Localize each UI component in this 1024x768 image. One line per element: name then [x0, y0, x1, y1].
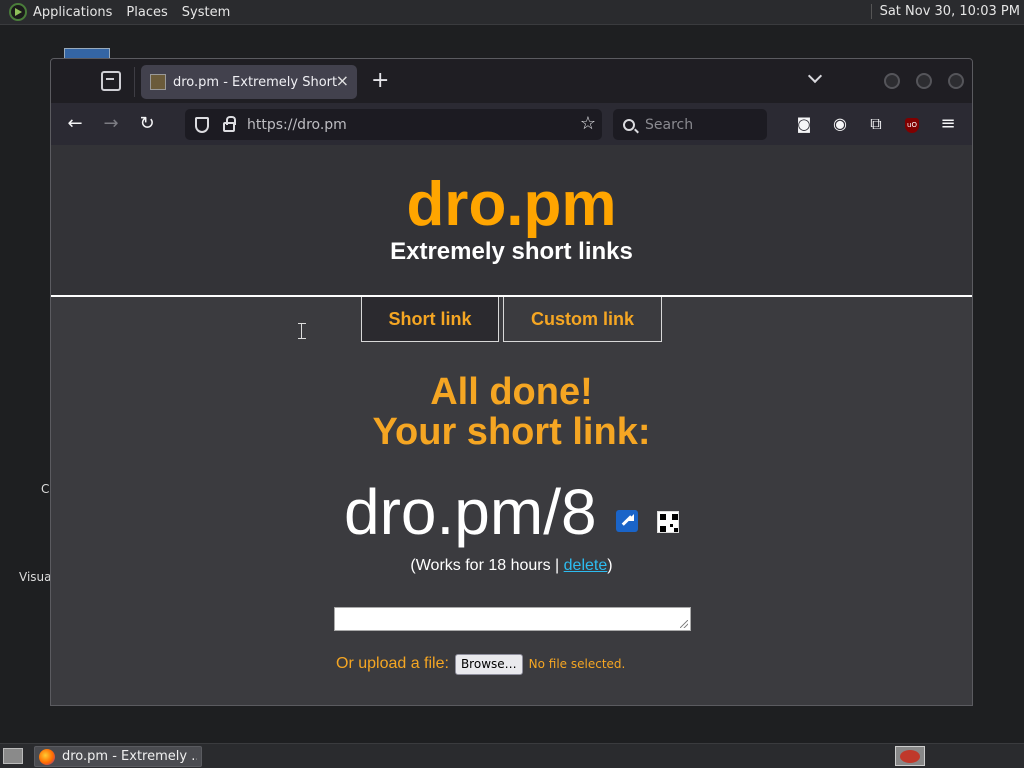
account-icon[interactable]: ◉ [828, 112, 852, 136]
file-status: No file selected. [528, 657, 626, 671]
lock-icon[interactable] [223, 115, 236, 132]
minimize-button[interactable] [884, 73, 900, 89]
workspace-switcher[interactable] [895, 746, 925, 766]
workspace-thumbnail [900, 750, 920, 763]
browse-button[interactable]: Browse… [454, 653, 523, 675]
firefox-view-icon[interactable] [101, 71, 121, 91]
expiry-note: (Works for 18 hours | delete) [51, 557, 972, 575]
search-input[interactable]: Search [613, 109, 767, 140]
firefox-icon [39, 748, 55, 765]
close-tab-icon[interactable]: × [336, 71, 349, 90]
qr-code-icon[interactable] [657, 511, 679, 533]
page-content: dro.pm Extremely short links Short link … [51, 145, 972, 705]
desktop-icon-label[interactable]: C [41, 482, 49, 496]
pocket-icon[interactable]: ◙ [792, 112, 816, 136]
delete-link[interactable]: delete [564, 557, 608, 574]
url-text[interactable]: https://dro.pm [247, 117, 347, 133]
bottom-panel: dro.pm - Extremely ... [0, 743, 1024, 768]
link-textarea[interactable] [334, 607, 691, 631]
taskbar-item-label: dro.pm - Extremely ... [62, 749, 197, 764]
search-placeholder: Search [645, 116, 694, 133]
nav-bar: ← → ↻ https://dro.pm ☆ Search ◙ ◉ ⧉ uO ≡ [51, 103, 972, 145]
clock[interactable]: Sat Nov 30, 10:03 PM [870, 4, 1020, 19]
expiry-text: (Works for 18 hours | [410, 557, 564, 574]
favicon-icon [150, 74, 166, 90]
open-link-icon[interactable] [616, 510, 638, 532]
bookmark-star-icon[interactable]: ☆ [580, 113, 596, 134]
places-menu[interactable]: Places [126, 5, 167, 20]
tab-short-link[interactable]: Short link [361, 297, 499, 342]
url-bar[interactable]: https://dro.pm ☆ [185, 109, 602, 140]
taskbar-item-firefox[interactable]: dro.pm - Extremely ... [34, 746, 202, 767]
system-menu[interactable]: System [182, 5, 230, 20]
distro-logo-icon[interactable] [9, 3, 27, 21]
search-icon [623, 118, 635, 131]
menu-icon[interactable]: ≡ [936, 112, 960, 136]
done-heading: All done! [430, 371, 593, 413]
site-title[interactable]: dro.pm [51, 169, 972, 240]
ublock-icon[interactable]: uO [905, 118, 919, 133]
applications-menu[interactable]: Applications [33, 5, 112, 20]
close-window-button[interactable] [948, 73, 964, 89]
desktop-icon-label[interactable]: Visua [19, 570, 52, 584]
tab-custom-link[interactable]: Custom link [503, 297, 662, 342]
reload-icon[interactable]: ↻ [135, 112, 159, 136]
show-desktop-icon[interactable] [3, 748, 23, 764]
expiry-suffix: ) [607, 557, 613, 574]
back-icon[interactable]: ← [63, 112, 87, 136]
shield-icon[interactable] [195, 116, 209, 133]
site-header: dro.pm Extremely short links [51, 145, 972, 297]
browser-window: dro.pm - Extremely Short Li × + ← → ↻ ht… [50, 58, 973, 706]
tab-active[interactable]: dro.pm - Extremely Short Li × [141, 65, 357, 99]
short-link-text[interactable]: dro.pm/8 [344, 475, 597, 549]
top-panel: Applications Places System Sat Nov 30, 1… [0, 0, 1024, 25]
upload-label: Or upload a file: [336, 655, 449, 672]
extensions-icon[interactable]: ⧉ [864, 112, 888, 136]
resize-grip-icon[interactable] [680, 620, 688, 628]
tab-title: dro.pm - Extremely Short Li [173, 74, 337, 90]
new-tab-button[interactable]: + [371, 68, 389, 93]
forward-icon[interactable]: → [99, 112, 123, 136]
text-cursor-icon [298, 323, 309, 339]
site-subtitle: Extremely short links [390, 238, 633, 265]
short-link-heading: Your short link: [372, 411, 651, 453]
maximize-button[interactable] [916, 73, 932, 89]
upload-row: Or upload a file: Browse… No file select… [336, 653, 625, 675]
tab-separator [134, 67, 135, 97]
tab-bar: dro.pm - Extremely Short Li × + [51, 59, 972, 103]
chevron-down-icon[interactable] [808, 71, 822, 85]
